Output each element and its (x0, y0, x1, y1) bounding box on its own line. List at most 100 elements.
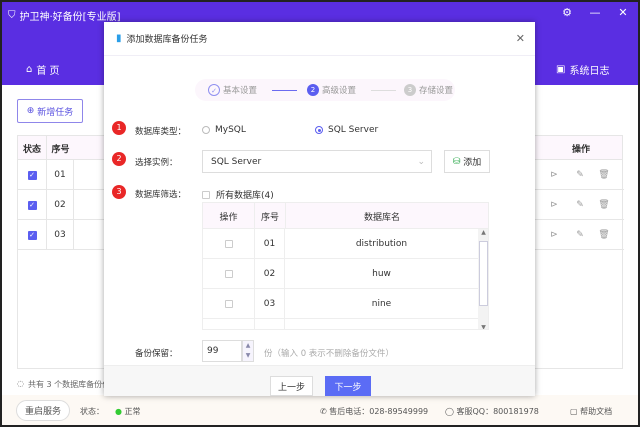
row-no: 01 (46, 160, 74, 190)
phone: ✆ 售后电话：028-89549999 (320, 407, 429, 416)
col-actions: 操作 (571, 144, 590, 155)
row-db-name: distribution (355, 239, 408, 249)
phone-icon: ✆ (320, 407, 327, 416)
row-checkbox[interactable] (203, 319, 254, 329)
row-no: 02 (46, 190, 74, 220)
check-icon: ✓ (27, 170, 37, 180)
scrollbar[interactable]: ▲ ▼ (478, 229, 488, 329)
database-icon: ▮ (116, 33, 122, 44)
scroll-up-icon[interactable]: ▲ (478, 229, 488, 236)
chevron-down-icon[interactable]: ▼ (243, 351, 253, 361)
status-checkbox[interactable]: ✓ (18, 160, 46, 190)
doc-icon: ▢ (570, 407, 578, 416)
instance-select[interactable]: SQL Server ⌄ (202, 150, 432, 173)
row-no (254, 319, 285, 329)
instance-label: 选择实例： (135, 158, 178, 168)
radio-sqlserver[interactable]: SQL Server (315, 125, 378, 135)
database-add-icon: ⛁ (452, 156, 461, 167)
step-indicator: ✓ 基本设置 2 高级设置 3 存储设置 (195, 79, 455, 101)
status-checkbox[interactable]: ✓ (18, 220, 46, 250)
chevron-down-icon: ⌄ (417, 156, 425, 167)
scrollbar-thumb[interactable] (479, 241, 488, 306)
delete-icon[interactable]: 🗑 (594, 220, 614, 250)
check-icon: ✓ (27, 230, 37, 240)
log-icon: ▣ (556, 64, 566, 75)
delete-icon[interactable]: 🗑 (594, 190, 614, 220)
row-checkbox[interactable] (203, 259, 254, 289)
dialog-title: 添加数据库备份任务 (126, 35, 208, 45)
col-no: 序号 (46, 136, 74, 160)
table-row: 01 distribution (203, 229, 478, 259)
col-action: 操作 (219, 212, 238, 223)
row-no: 03 (46, 220, 74, 250)
col-db-name: 数据库名 (285, 203, 478, 229)
prev-button[interactable]: 上一步 (270, 376, 313, 396)
play-icon[interactable]: ⊳ (544, 220, 564, 250)
row-db-name: huw (372, 269, 391, 279)
dialog-close-button[interactable]: ✕ (516, 32, 525, 45)
qq-icon: ◯ (445, 407, 454, 416)
all-databases-checkbox[interactable]: 所有数据库(4) (202, 188, 274, 201)
settings-icon[interactable]: ⚙ (557, 6, 577, 19)
row-no: 01 (254, 229, 285, 259)
chevron-up-icon[interactable]: ▲ (243, 341, 253, 351)
shield-icon: ⛉ (8, 10, 16, 21)
dialog-footer (104, 365, 535, 396)
edit-icon[interactable]: ✎ (570, 190, 590, 220)
play-icon[interactable]: ⊳ (544, 160, 564, 190)
delete-icon[interactable]: 🗑 (594, 160, 614, 190)
home-icon: ⌂ (26, 64, 33, 75)
step-basic: ✓ 基本设置 (208, 84, 257, 96)
table-row (203, 319, 478, 329)
dialog-header: ▮ 添加数据库备份任务 (104, 22, 535, 56)
badge-3: 3 (112, 185, 126, 199)
col-status: 状态 (22, 144, 41, 155)
status-dot-icon: ● (115, 407, 122, 416)
filter-label: 数据库筛选： (135, 190, 187, 200)
restart-service-button[interactable]: 重启服务 (16, 400, 70, 421)
col-no: 序号 (254, 203, 285, 229)
check-icon: ✓ (27, 200, 37, 210)
status-checkbox[interactable]: ✓ (18, 190, 46, 220)
status-value: ● 正常 (115, 407, 141, 416)
check-icon: ✓ (208, 84, 220, 96)
edit-icon[interactable]: ✎ (570, 220, 590, 250)
new-task-button[interactable]: ⊕ 新增任务 (17, 99, 83, 123)
badge-2: 2 (112, 152, 126, 166)
qq: ◯ 客服QQ：800181978 (445, 407, 539, 416)
add-instance-button[interactable]: ⛁ 添加 (444, 150, 490, 173)
database-table: 操作 序号 数据库名 01 distribution 02 huw 03 nin… (202, 202, 489, 330)
close-window-button[interactable]: ✕ (613, 6, 633, 19)
row-db-name (285, 319, 478, 329)
app-title: ⛉ 护卫神·好备份[专业版] (8, 10, 121, 23)
play-icon[interactable]: ⊳ (544, 190, 564, 220)
retain-hint: 份（输入 0 表示不删除备份文件） (264, 349, 394, 359)
summary: ◌ 共有 3 个数据库备份任 (17, 379, 111, 389)
row-checkbox[interactable] (203, 229, 254, 259)
row-no: 02 (254, 259, 285, 289)
next-button[interactable]: 下一步 (325, 376, 371, 396)
help-docs-link[interactable]: ▢ 帮助文档 (570, 406, 612, 417)
nav-system-log[interactable]: ▣ 系统日志 (556, 62, 609, 77)
retain-input[interactable]: 99 (202, 340, 242, 362)
table-row: 03 nine (203, 289, 478, 319)
table-row: 02 huw (203, 259, 478, 289)
status-label: 状态： (80, 407, 104, 416)
step-advanced: 2 高级设置 (307, 84, 356, 96)
plus-circle-icon: ⊕ (26, 106, 35, 116)
retain-stepper[interactable]: ▲ ▼ (242, 340, 254, 362)
row-db-name: nine (371, 299, 392, 309)
info-icon: ◌ (17, 379, 24, 388)
radio-mysql[interactable]: MySQL (202, 125, 246, 135)
step-connector (371, 90, 396, 91)
step-storage: 3 存储设置 (404, 84, 453, 96)
scroll-down-icon[interactable]: ▼ (478, 324, 488, 329)
row-no: 03 (254, 289, 285, 319)
add-db-backup-dialog: ▮ 添加数据库备份任务 ✕ ✓ 基本设置 2 高级设置 3 存储设置 1 数据库类型： … (104, 22, 535, 396)
db-type-label: 数据库类型： (135, 127, 187, 137)
edit-icon[interactable]: ✎ (570, 160, 590, 190)
row-checkbox[interactable] (203, 289, 254, 319)
nav-home[interactable]: ⌂ 首 页 (26, 62, 60, 77)
badge-1: 1 (112, 121, 126, 135)
minimize-button[interactable]: — (585, 6, 605, 19)
